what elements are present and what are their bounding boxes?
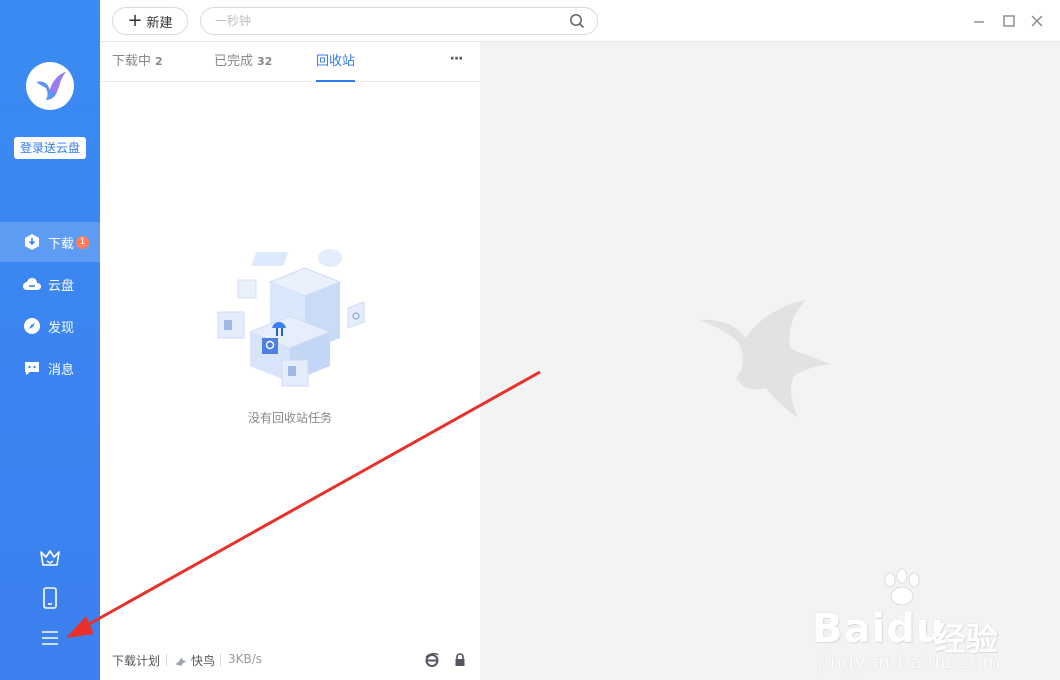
empty-state-text: 没有回收站任务 [247, 411, 332, 425]
toolbar: + 新建 [100, 0, 1060, 42]
crown-icon[interactable] [38, 546, 62, 570]
nav-item-discover[interactable]: 发现 [0, 306, 100, 346]
search-input[interactable] [215, 12, 555, 30]
divider [220, 654, 221, 666]
tab-downloading-label: 下载中 [112, 54, 152, 69]
close-icon[interactable] [1028, 12, 1046, 30]
nav-label-cloud: 云盘 [48, 278, 75, 294]
baidu-logo-text: Baidu [812, 606, 946, 652]
divider [166, 654, 167, 666]
message-icon [22, 358, 42, 378]
tab-downloading[interactable]: 下载中 2 [112, 42, 163, 82]
nav-item-messages[interactable]: 消息 [0, 348, 100, 388]
tab-completed-label: 已完成 [214, 54, 254, 69]
kuainiao-accelerator-link[interactable]: 快鸟 [174, 652, 215, 669]
phone-icon[interactable] [38, 586, 62, 610]
kuainiao-icon [175, 656, 187, 666]
download-plan-link[interactable]: 下载计划 [112, 652, 160, 669]
nav-label-download: 下载 [48, 236, 75, 252]
login-button[interactable]: 登录送云盘 [14, 137, 86, 159]
ie-browser-icon[interactable] [424, 652, 440, 668]
nav-label-discover: 发现 [48, 320, 75, 336]
download-speed: 3KB/s [228, 652, 263, 666]
hummingbird-watermark-icon [700, 300, 830, 418]
tab-completed[interactable]: 已完成 32 [214, 42, 272, 82]
tab-bar: 下载中 2 已完成 32 回收站 ··· [100, 42, 480, 82]
tab-downloading-count: 2 [155, 55, 163, 68]
cloud-icon [22, 274, 42, 294]
tab-recycle-bin[interactable]: 回收站 [316, 42, 356, 82]
nav-item-download[interactable]: 下载 1 [0, 222, 100, 262]
avatar[interactable] [26, 62, 74, 110]
tab-recycle-bin-label: 回收站 [316, 54, 356, 69]
paw-logo-icon [884, 568, 920, 606]
search-icon[interactable] [569, 13, 585, 29]
task-panel: 下载中 2 已完成 32 回收站 ··· 没有回收站任务 下载计划 快鸟 3KB… [100, 42, 480, 680]
nav-item-cloud[interactable]: 云盘 [0, 264, 100, 304]
more-options-icon[interactable]: ··· [448, 52, 464, 70]
hummingbird-logo-icon [36, 72, 66, 100]
nav-label-messages: 消息 [48, 362, 75, 378]
sidebar: 登录送云盘 下载 1 云盘 发现 消息 [0, 0, 100, 680]
plus-icon: + [127, 10, 143, 31]
jingyan-url: jingyan.baidu.com [818, 652, 1002, 673]
lock-icon[interactable] [452, 652, 468, 668]
minimize-icon[interactable] [970, 12, 988, 30]
status-bar: 下载计划 快鸟 3KB/s [100, 648, 480, 672]
search-box [200, 7, 598, 35]
detail-area: Baidu 经验 jingyan.baidu.com [480, 42, 1060, 680]
notification-badge: 1 [76, 235, 90, 249]
new-task-label: 新建 [146, 15, 173, 31]
menu-icon[interactable] [38, 626, 62, 650]
tab-completed-count: 32 [257, 55, 273, 68]
download-icon [22, 232, 42, 252]
empty-recycle-illustration [217, 249, 365, 387]
baidu-jingyan-watermark: Baidu 经验 jingyan.baidu.com [812, 568, 1052, 680]
compass-icon [22, 316, 42, 336]
new-task-button[interactable]: + 新建 [112, 7, 188, 35]
kuainiao-label: 快鸟 [191, 654, 216, 668]
maximize-icon[interactable] [1000, 12, 1018, 30]
